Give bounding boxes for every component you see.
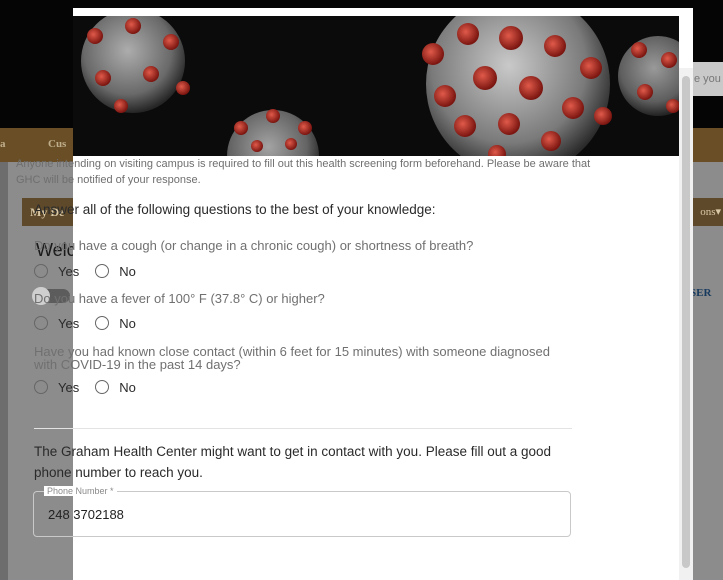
question-fever-options: Yes No	[34, 314, 152, 332]
radio-label[interactable]: No	[119, 264, 136, 279]
phone-number-label: Phone Number *	[44, 486, 117, 496]
contact-yes-radio[interactable]	[34, 380, 48, 394]
fever-yes-radio[interactable]	[34, 316, 48, 330]
question-cough: Do you have a cough (or change in a chro…	[34, 238, 474, 253]
background-nav-item[interactable]: Cus	[48, 138, 66, 150]
radio-label[interactable]: Yes	[58, 380, 79, 395]
background-search-input[interactable]: e you	[690, 62, 723, 96]
question-cough-options: Yes No	[34, 262, 152, 280]
question-contact-options: Yes No	[34, 378, 152, 396]
background-nav-item[interactable]: a	[0, 138, 6, 150]
cough-yes-radio[interactable]	[34, 264, 48, 278]
virus-bottom	[227, 109, 319, 156]
contact-instructions: The Graham Health Center might want to g…	[34, 444, 552, 480]
radio-label[interactable]: No	[119, 380, 136, 395]
fever-no-radio[interactable]	[95, 316, 110, 330]
contact-no-radio[interactable]	[95, 380, 110, 394]
coronavirus-banner-image	[73, 16, 679, 156]
questions-heading: Answer all of the following questions to…	[34, 202, 436, 217]
radio-label[interactable]: Yes	[58, 264, 79, 279]
question-fever: Do you have a fever of 100° F (37.8° C) …	[34, 291, 325, 306]
phone-number-value[interactable]: 248 3702188	[48, 507, 124, 522]
background-user-link[interactable]: SER	[690, 287, 711, 299]
virus-illustration	[81, 16, 679, 156]
virus-right	[422, 16, 612, 156]
intro-text: Anyone intending on visiting campus is r…	[16, 158, 591, 186]
virus-far-right	[618, 36, 679, 116]
modal-scrollbar-thumb[interactable]	[682, 76, 690, 568]
question-contact: Have you had known close contact (within…	[34, 344, 550, 372]
cough-no-radio[interactable]	[95, 264, 110, 278]
radio-label[interactable]: No	[119, 316, 136, 331]
section-divider	[34, 428, 572, 429]
radio-label[interactable]: Yes	[58, 316, 79, 331]
virus-left	[81, 16, 190, 113]
